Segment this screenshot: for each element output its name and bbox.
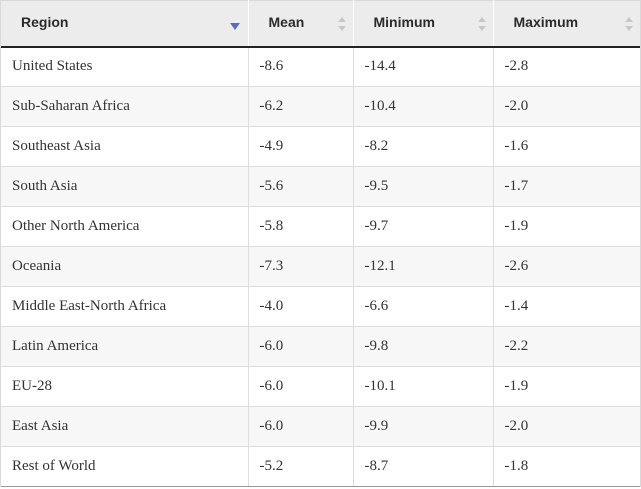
caret-down-icon[interactable] xyxy=(229,23,240,31)
cell-region: Middle East-North Africa xyxy=(1,286,249,327)
table-row: Latin America -6.0 -9.8 -2.2 xyxy=(1,326,640,367)
sort-updown-icon[interactable] xyxy=(477,17,486,31)
column-header-label: Region xyxy=(21,14,69,31)
column-header-label: Minimum xyxy=(373,14,435,31)
cell-region: Latin America xyxy=(1,326,249,367)
column-header-region[interactable]: Region xyxy=(1,0,249,48)
cell-maximum: -2.8 xyxy=(493,46,640,87)
cell-region: South Asia xyxy=(1,166,249,207)
cell-maximum: -1.9 xyxy=(493,206,640,247)
cell-maximum: -2.6 xyxy=(493,246,640,287)
table-row: East Asia -6.0 -9.9 -2.0 xyxy=(1,406,640,447)
cell-maximum: -1.6 xyxy=(493,126,640,167)
table-header: Region Mean Minimum Maximum xyxy=(1,0,640,48)
cell-region: United States xyxy=(1,46,249,87)
cell-minimum: -9.7 xyxy=(353,206,494,247)
cell-mean: -5.6 xyxy=(248,166,354,207)
cell-maximum: -1.9 xyxy=(493,366,640,407)
cell-mean: -6.0 xyxy=(248,406,354,447)
column-header-mean[interactable]: Mean xyxy=(248,0,354,48)
cell-mean: -5.2 xyxy=(248,446,354,487)
table-row: Sub-Saharan Africa -6.2 -10.4 -2.0 xyxy=(1,86,640,127)
cell-minimum: -10.1 xyxy=(353,366,494,407)
cell-mean: -4.0 xyxy=(248,286,354,327)
table-body: United States -8.6 -14.4 -2.8 Sub-Sahara… xyxy=(1,46,640,487)
cell-region: Oceania xyxy=(1,246,249,287)
sort-updown-icon[interactable] xyxy=(337,17,346,31)
cell-region: Sub-Saharan Africa xyxy=(1,86,249,127)
cell-mean: -4.9 xyxy=(248,126,354,167)
table-row: South Asia -5.6 -9.5 -1.7 xyxy=(1,166,640,207)
sort-updown-icon[interactable] xyxy=(625,17,633,31)
cell-mean: -6.0 xyxy=(248,326,354,367)
cell-mean: -8.6 xyxy=(248,46,354,87)
cell-mean: -5.8 xyxy=(248,206,354,247)
column-header-maximum[interactable]: Maximum xyxy=(493,0,640,48)
cell-mean: -6.2 xyxy=(248,86,354,127)
table-row: Oceania -7.3 -12.1 -2.6 xyxy=(1,246,640,287)
cell-maximum: -2.0 xyxy=(493,406,640,447)
table-row: Middle East-North Africa -4.0 -6.6 -1.4 xyxy=(1,286,640,327)
table-row: United States -8.6 -14.4 -2.8 xyxy=(1,46,640,87)
cell-maximum: -2.2 xyxy=(493,326,640,367)
header-row: Region Mean Minimum Maximum xyxy=(1,0,640,48)
cell-minimum: -12.1 xyxy=(353,246,494,287)
cell-minimum: -14.4 xyxy=(353,46,494,87)
cell-region: Southeast Asia xyxy=(1,126,249,167)
cell-maximum: -2.0 xyxy=(493,86,640,127)
table-row: Other North America -5.8 -9.7 -1.9 xyxy=(1,206,640,247)
cell-minimum: -9.5 xyxy=(353,166,494,207)
cell-maximum: -1.8 xyxy=(493,446,640,487)
cell-minimum: -8.7 xyxy=(353,446,494,487)
data-table-container: Region Mean Minimum Maximum United State… xyxy=(0,0,641,487)
data-table: Region Mean Minimum Maximum United State… xyxy=(1,0,640,487)
cell-minimum: -8.2 xyxy=(353,126,494,167)
cell-region: East Asia xyxy=(1,406,249,447)
cell-mean: -7.3 xyxy=(248,246,354,287)
column-header-label: Maximum xyxy=(513,14,579,31)
table-row: EU-28 -6.0 -10.1 -1.9 xyxy=(1,366,640,407)
cell-maximum: -1.4 xyxy=(493,286,640,327)
table-row: Rest of World -5.2 -8.7 -1.8 xyxy=(1,446,640,487)
cell-minimum: -10.4 xyxy=(353,86,494,127)
cell-mean: -6.0 xyxy=(248,366,354,407)
cell-region: Rest of World xyxy=(1,446,249,487)
cell-minimum: -9.9 xyxy=(353,406,494,447)
table-row: Southeast Asia -4.9 -8.2 -1.6 xyxy=(1,126,640,167)
column-header-minimum[interactable]: Minimum xyxy=(353,0,494,48)
cell-region: Other North America xyxy=(1,206,249,247)
cell-maximum: -1.7 xyxy=(493,166,640,207)
cell-minimum: -9.8 xyxy=(353,326,494,367)
cell-minimum: -6.6 xyxy=(353,286,494,327)
cell-region: EU-28 xyxy=(1,366,249,407)
column-header-label: Mean xyxy=(268,14,305,31)
